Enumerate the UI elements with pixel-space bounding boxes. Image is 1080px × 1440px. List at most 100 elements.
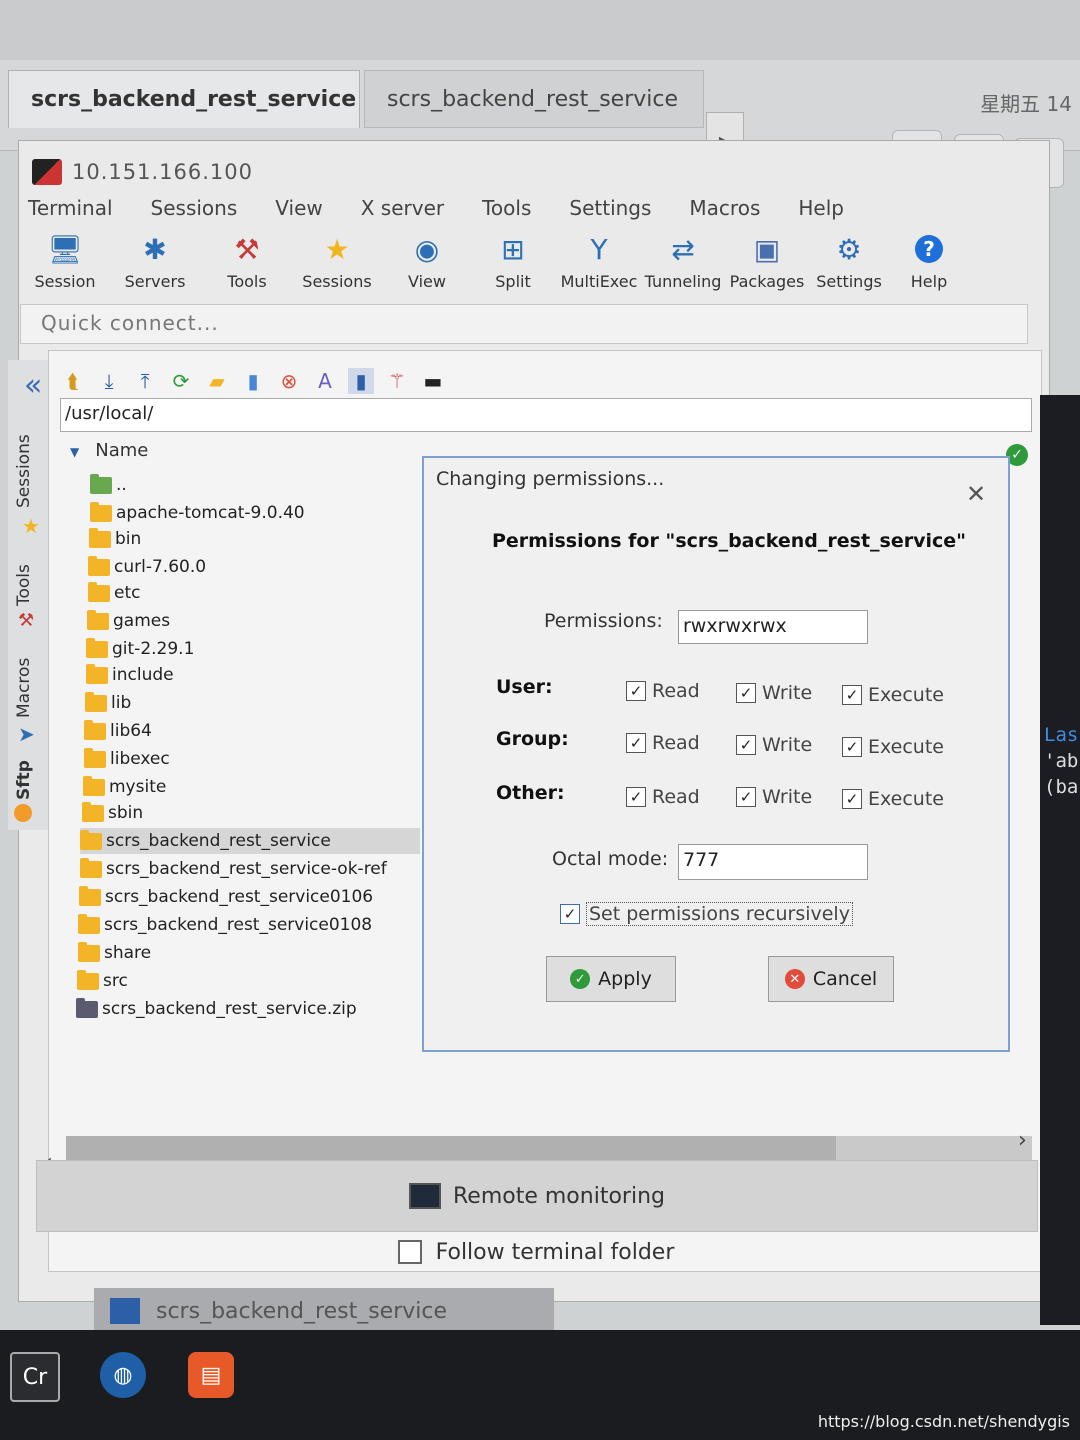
quick-connect-input[interactable]: Quick connect... — [20, 304, 1028, 344]
list-item[interactable]: apache-tomcat-9.0.40 — [90, 500, 305, 526]
terminal-icon[interactable]: ▬ — [420, 368, 446, 394]
office-app-icon[interactable]: ▤ — [188, 1352, 234, 1398]
toolbar-sessions-button[interactable]: ★ Sessions — [292, 232, 382, 292]
outer-tab-active[interactable]: scrs_backend_rest_service — [8, 70, 360, 128]
list-item[interactable]: scrs_backend_rest_service.zip — [76, 996, 357, 1022]
user-write-checkbox[interactable]: ✓ Write — [736, 682, 812, 704]
wand-icon[interactable]: ⚚ — [384, 368, 410, 394]
side-tab-tools[interactable]: Tools — [14, 564, 34, 606]
list-item[interactable]: .. — [90, 472, 127, 498]
split-icon: ⊞ — [501, 232, 525, 266]
list-item[interactable]: curl-7.60.0 — [88, 554, 206, 580]
toolbar-multiexec-button[interactable]: Y MultiExec — [554, 232, 644, 292]
menu-help[interactable]: Help — [798, 196, 844, 232]
clock: 星期五 14 — [980, 92, 1072, 116]
list-item[interactable]: libexec — [84, 746, 170, 772]
cancel-circle-icon: ✕ — [784, 969, 805, 989]
group-write-checkbox[interactable]: ✓ Write — [736, 734, 812, 756]
download-icon[interactable]: ⤓ — [96, 368, 122, 394]
list-item[interactable]: git-2.29.1 — [86, 636, 194, 662]
toolbar-packages-button[interactable]: ▣ Packages — [722, 232, 812, 292]
menu-xserver[interactable]: X server — [361, 196, 444, 232]
set-recursively-checkbox[interactable]: ✓ Set permissions recursively — [560, 902, 853, 926]
terminal-area[interactable] — [1040, 395, 1080, 1325]
list-item[interactable]: games — [87, 608, 170, 634]
sftp-icon — [14, 804, 32, 822]
list-item[interactable]: bin — [89, 526, 141, 552]
toolbar-tools-button[interactable]: ⚒ Tools — [202, 232, 292, 292]
menu-settings[interactable]: Settings — [569, 196, 651, 232]
refresh-icon[interactable]: ⟳ — [168, 368, 194, 394]
side-tab-sftp[interactable]: Sftp — [14, 760, 34, 800]
side-tab-sessions[interactable]: Sessions — [14, 434, 34, 508]
group-execute-checkbox[interactable]: ✓ Execute — [842, 736, 944, 758]
list-item-selected[interactable]: scrs_backend_rest_service — [80, 828, 420, 854]
folder-icon — [78, 941, 100, 962]
folder-icon — [80, 829, 102, 850]
list-item[interactable]: scrs_backend_rest_service0108 — [78, 912, 372, 938]
cancel-button[interactable]: ✕ Cancel — [768, 956, 894, 1002]
other-read-checkbox[interactable]: ✓ Read — [626, 786, 700, 808]
toolbar-settings-button[interactable]: ⚙ Settings — [804, 232, 894, 292]
checkmark-icon: ✓ — [842, 737, 862, 757]
window-icon — [110, 1298, 140, 1324]
paper-plane-icon: ➤ — [18, 722, 35, 746]
toolbar-view-button[interactable]: ◉ View — [382, 232, 472, 292]
toolbar-split-button[interactable]: ⊞ Split — [468, 232, 558, 292]
menu-macros[interactable]: Macros — [689, 196, 760, 232]
folder-icon — [87, 609, 109, 630]
list-item[interactable]: etc — [88, 580, 140, 606]
tools-icon: ⚒ — [234, 232, 260, 266]
user-execute-checkbox[interactable]: ✓ Execute — [842, 684, 944, 706]
outer-tab-second[interactable]: scrs_backend_rest_service — [364, 70, 704, 128]
parent-folder-icon[interactable]: ⮬ — [60, 368, 86, 394]
menu-view[interactable]: View — [275, 196, 322, 232]
permissions-icon[interactable]: ▮ — [348, 368, 374, 394]
browser-icon[interactable]: ◍ — [100, 1352, 146, 1398]
side-tab-macros[interactable]: Macros — [14, 658, 34, 718]
menu-tools[interactable]: Tools — [482, 196, 531, 232]
taskbar-app-icon[interactable]: Cr — [10, 1352, 60, 1402]
list-item[interactable]: lib — [85, 690, 131, 716]
checkmark-icon: ✓ — [736, 735, 756, 755]
group-read-checkbox[interactable]: ✓ Read — [626, 732, 700, 754]
list-item[interactable]: src — [77, 968, 128, 994]
list-item[interactable]: share — [78, 940, 151, 966]
octal-mode-field[interactable]: 777 — [678, 844, 868, 880]
sftp-path-input[interactable]: /usr/local/ — [60, 398, 1032, 432]
new-file-icon[interactable]: ▮ — [240, 368, 266, 394]
collapse-sidebar-icon[interactable]: « — [24, 368, 42, 403]
other-write-checkbox[interactable]: ✓ Write — [736, 786, 812, 808]
toolbar-tunneling-button[interactable]: ⇄ Tunneling — [638, 232, 728, 292]
folder-icon — [84, 719, 106, 740]
folder-icon — [88, 555, 110, 576]
toolbar-session-button[interactable]: 🖥 Session — [20, 232, 110, 292]
close-icon[interactable]: ✕ — [966, 480, 986, 508]
list-item[interactable]: mysite — [83, 774, 166, 800]
taskbar-window-tab[interactable]: scrs_backend_rest_service — [94, 1288, 554, 1334]
menu-terminal[interactable]: Terminal — [28, 196, 113, 232]
user-read-checkbox[interactable]: ✓ Read — [626, 680, 700, 702]
list-item[interactable]: scrs_backend_rest_service0106 — [79, 884, 373, 910]
rename-icon[interactable]: A — [312, 368, 338, 394]
folder-icon — [86, 637, 108, 658]
column-header-name[interactable]: ▼ Name — [70, 440, 148, 461]
help-icon: ? — [911, 232, 947, 266]
scroll-right-icon[interactable]: › — [1018, 1128, 1027, 1153]
view-icon: ◉ — [414, 232, 440, 266]
menu-sessions[interactable]: Sessions — [151, 196, 238, 232]
list-item[interactable]: lib64 — [84, 718, 152, 744]
list-item[interactable]: scrs_backend_rest_service-ok-ref — [80, 856, 387, 882]
permissions-field[interactable]: rwxrwxrwx — [678, 610, 868, 644]
remote-monitoring-button[interactable]: Remote monitoring — [36, 1160, 1038, 1232]
toolbar-help-button[interactable]: ? Help — [884, 232, 974, 291]
upload-icon[interactable]: ⤒ — [132, 368, 158, 394]
toolbar-servers-button[interactable]: ✱ Servers — [110, 232, 200, 292]
follow-terminal-folder-checkbox[interactable]: Follow terminal folder — [36, 1232, 1036, 1272]
delete-icon[interactable]: ⊗ — [276, 368, 302, 394]
list-item[interactable]: include — [86, 662, 174, 688]
new-folder-icon[interactable]: ▰ — [204, 368, 230, 394]
apply-button[interactable]: ✓ Apply — [546, 956, 676, 1002]
other-execute-checkbox[interactable]: ✓ Execute — [842, 788, 944, 810]
list-item[interactable]: sbin — [82, 800, 143, 826]
